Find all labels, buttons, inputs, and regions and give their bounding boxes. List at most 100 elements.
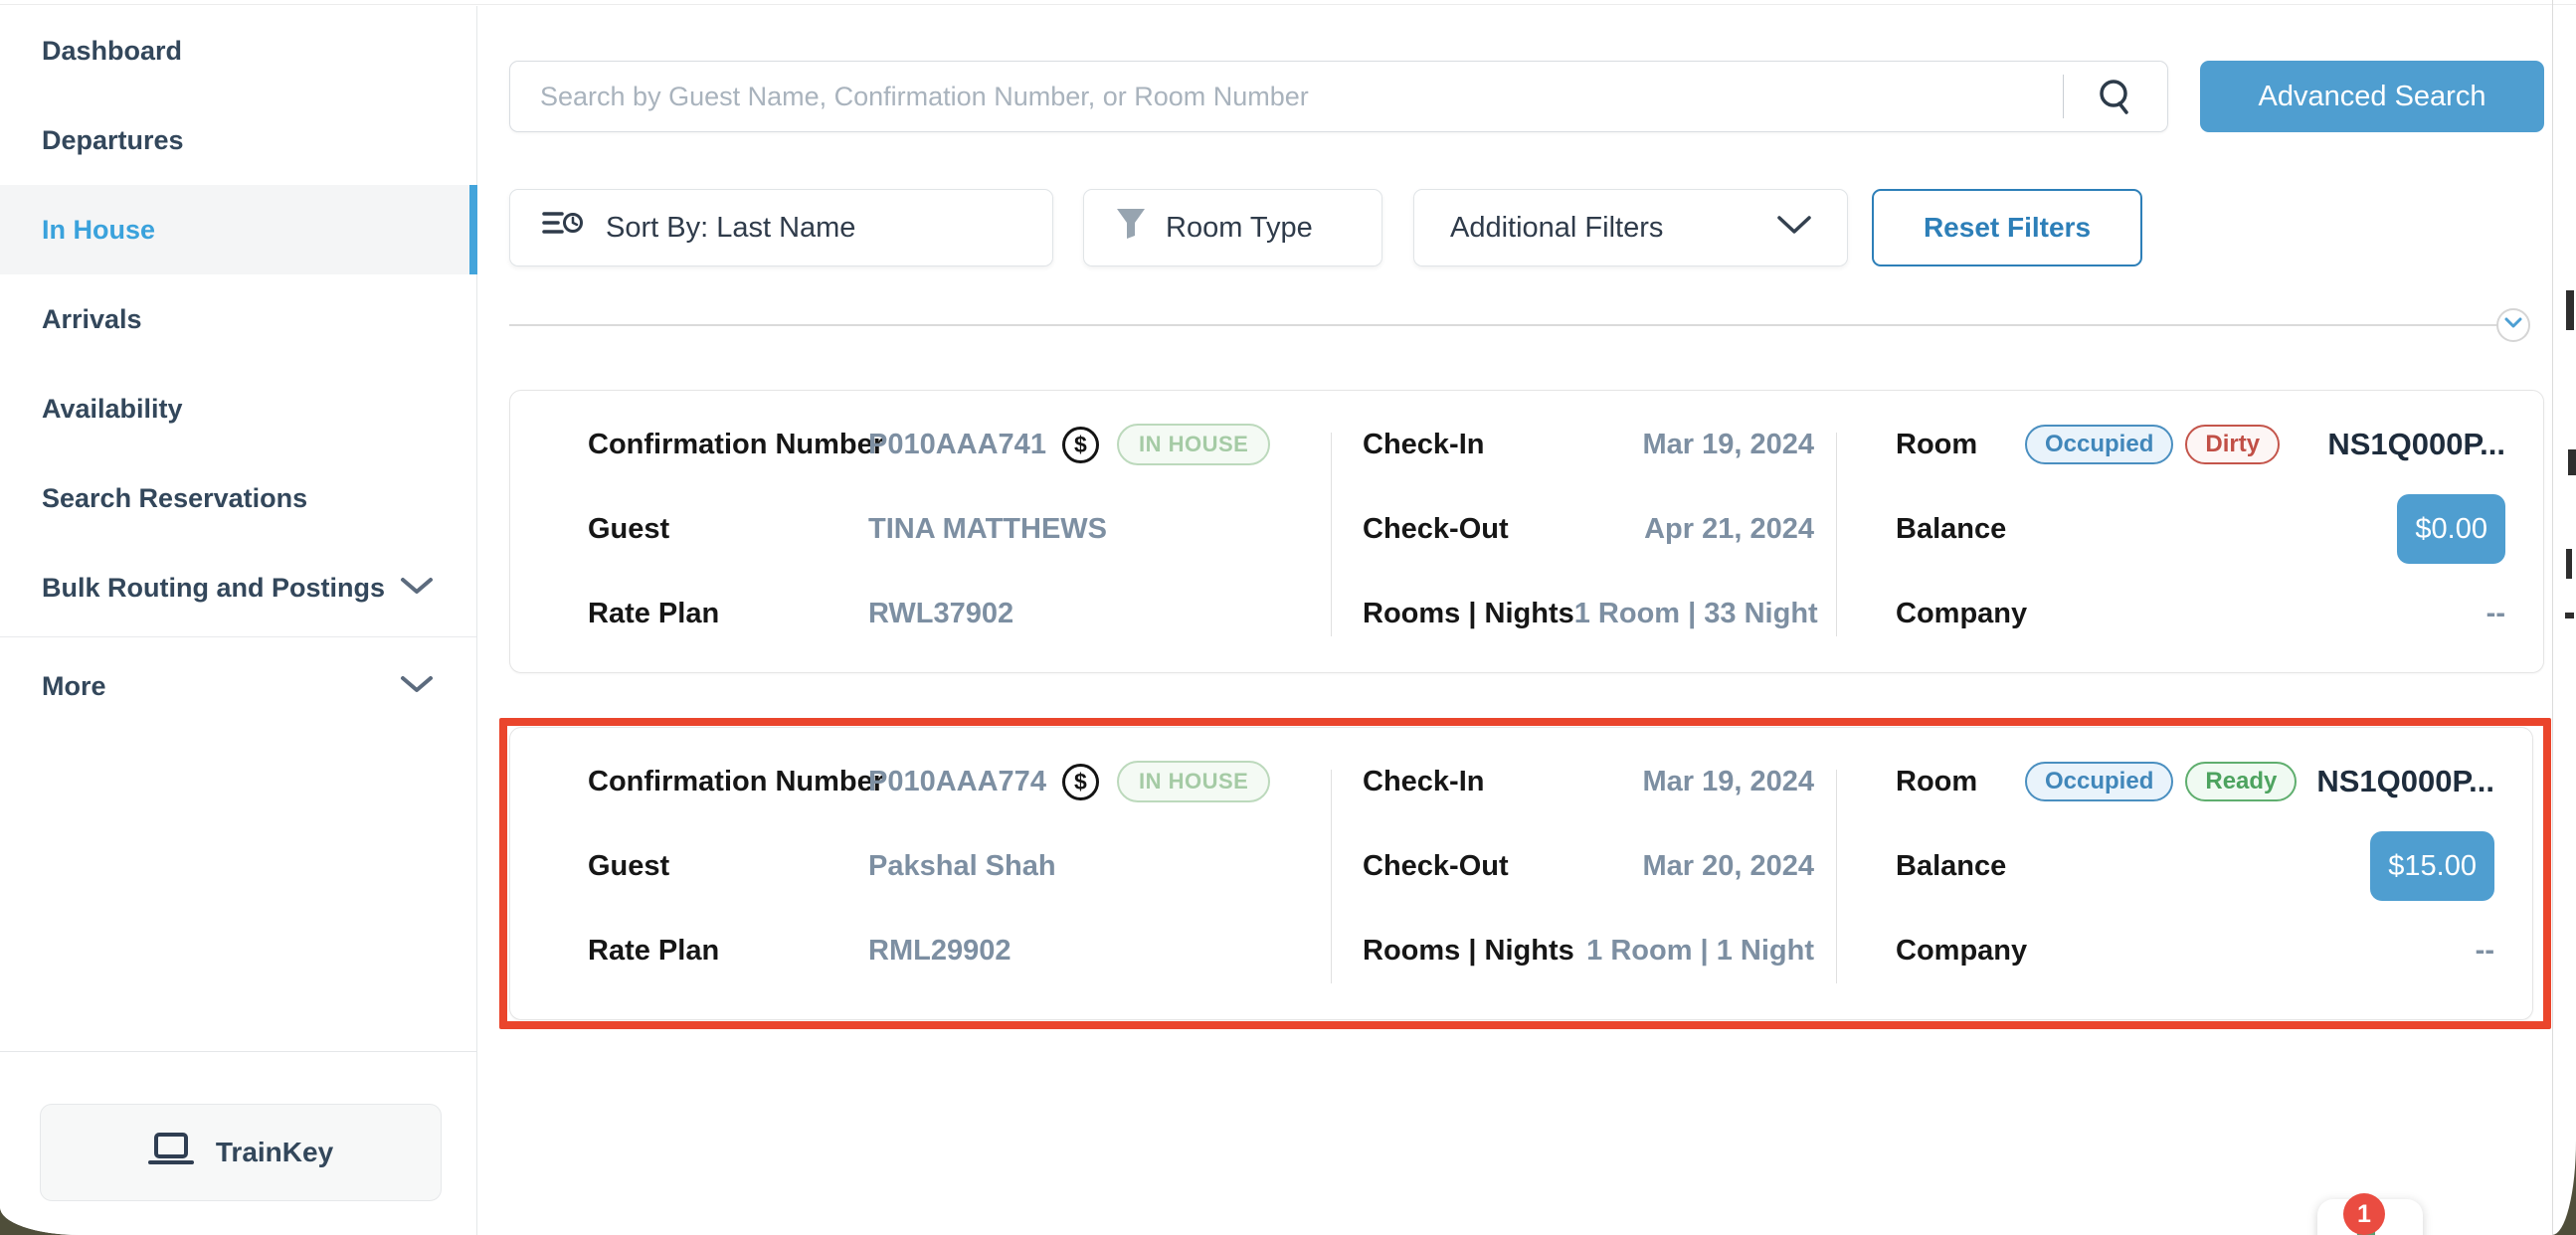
search-input[interactable] (510, 62, 2063, 131)
sidebar-bottom-divider (0, 1051, 476, 1052)
check-in-value: Mar 19, 2024 (1642, 429, 1814, 461)
room-number-value: NS1Q000P... (2316, 764, 2494, 799)
balance-button[interactable]: $0.00 (2397, 494, 2505, 564)
results-divider (509, 324, 2512, 326)
sidebar: Dashboard Departures In House Arrivals A… (0, 6, 477, 1235)
sidebar-item-label: Availability (42, 394, 183, 425)
rooms-nights-label: Rooms | Nights (1363, 598, 1574, 630)
check-out-value: Mar 20, 2024 (1642, 850, 1814, 883)
notification-count: 1 (2357, 1200, 2371, 1229)
room-type-filter-button[interactable]: Room Type (1083, 189, 1382, 266)
laptop-icon (148, 1131, 194, 1175)
sort-icon (542, 207, 584, 249)
app-window: Dashboard Departures In House Arrivals A… (0, 0, 2576, 1235)
room-type-label: Room Type (1166, 212, 1313, 245)
reservation-card[interactable]: Confirmation Number P010AAA741 $ IN HOUS… (509, 390, 2544, 673)
sidebar-item-dashboard[interactable]: Dashboard (0, 6, 476, 95)
rate-plan-label: Rate Plan (588, 598, 868, 630)
trainkey-label: TrainKey (216, 1137, 333, 1168)
dollar-icon: $ (1062, 764, 1099, 800)
chevron-down-icon (399, 671, 435, 702)
reservation-card-selected[interactable]: Confirmation Number P010AAA774 $ IN HOUS… (509, 727, 2533, 1020)
chevron-down-icon (1775, 212, 1813, 245)
guest-value: TINA MATTHEWS (868, 513, 1107, 546)
sidebar-item-arrivals[interactable]: Arrivals (0, 274, 476, 364)
check-in-label: Check-In (1363, 429, 1484, 461)
sidebar-item-label: In House (42, 215, 155, 246)
rooms-nights-label: Rooms | Nights (1363, 935, 1574, 968)
room-label: Room (1896, 429, 2025, 461)
cutoff-content-fragment (2566, 290, 2574, 330)
reset-filters-button[interactable]: Reset Filters (1872, 189, 2142, 266)
rooms-nights-value: 1 Room | 33 Night (1574, 598, 1818, 630)
card-room-column: Room Occupied Ready NS1Q000P... Balance … (1836, 728, 2532, 1019)
room-status-badge: Occupied (2025, 762, 2173, 801)
card-stay-column: Check-In Mar 19, 2024 Check-Out Mar 20, … (1331, 728, 1836, 1019)
sidebar-item-availability[interactable]: Availability (0, 364, 476, 453)
status-badge: IN HOUSE (1117, 424, 1270, 465)
top-divider (0, 4, 2576, 5)
sidebar-item-more[interactable]: More (0, 641, 476, 731)
company-value: -- (2486, 598, 2505, 630)
chevron-down-icon (2504, 316, 2522, 334)
card-stay-column: Check-In Mar 19, 2024 Check-Out Apr 21, … (1331, 391, 1836, 672)
balance-label: Balance (1896, 850, 2025, 883)
check-out-label: Check-Out (1363, 850, 1509, 883)
company-label: Company (1896, 935, 2025, 968)
card-room-column: Room Occupied Dirty NS1Q000P... Balance … (1836, 391, 2543, 672)
trainkey-button[interactable]: TrainKey (40, 1104, 442, 1201)
company-value: -- (2476, 935, 2494, 968)
check-in-label: Check-In (1363, 766, 1484, 798)
sidebar-divider (0, 636, 476, 637)
card-identity-column: Confirmation Number P010AAA741 $ IN HOUS… (510, 391, 1331, 672)
rate-plan-value: RML29902 (868, 935, 1011, 968)
advanced-search-button[interactable]: Advanced Search (2200, 61, 2544, 132)
sidebar-item-label: More (42, 671, 106, 702)
search-icon[interactable] (2064, 77, 2167, 116)
room-number-value: NS1Q000P... (2327, 427, 2505, 462)
right-edge-divider (2552, 0, 2553, 1235)
check-in-value: Mar 19, 2024 (1642, 766, 1814, 798)
dollar-icon: $ (1062, 427, 1099, 463)
collapse-toggle-button[interactable] (2496, 308, 2530, 342)
balance-button[interactable]: $15.00 (2370, 831, 2494, 901)
guest-label: Guest (588, 513, 868, 546)
sidebar-item-label: Arrivals (42, 304, 142, 335)
sidebar-item-search-reservations[interactable]: Search Reservations (0, 453, 476, 543)
rooms-nights-value: 1 Room | 1 Night (1586, 935, 1814, 968)
cutoff-content-fragment (2566, 549, 2572, 579)
notification-badge: 1 (2343, 1193, 2385, 1235)
housekeeping-status-badge: Dirty (2185, 425, 2280, 464)
card-identity-column: Confirmation Number P010AAA774 $ IN HOUS… (510, 728, 1331, 1019)
sort-by-label: Sort By: Last Name (606, 212, 855, 245)
confirmation-number-value: P010AAA741 (868, 429, 1046, 461)
funnel-icon (1114, 206, 1148, 250)
confirmation-number-label: Confirmation Number (588, 429, 868, 461)
additional-filters-dropdown[interactable]: Additional Filters (1413, 189, 1848, 266)
confirmation-number-label: Confirmation Number (588, 766, 868, 798)
status-badge: IN HOUSE (1117, 761, 1270, 802)
sidebar-item-label: Bulk Routing and Postings (42, 573, 385, 604)
housekeeping-status-badge: Ready (2185, 762, 2297, 801)
cutoff-content-fragment (2565, 613, 2574, 618)
sort-by-button[interactable]: Sort By: Last Name (509, 189, 1053, 266)
sidebar-item-label: Dashboard (42, 36, 182, 67)
sidebar-item-label: Search Reservations (42, 483, 307, 514)
rate-plan-value: RWL37902 (868, 598, 1013, 630)
company-label: Company (1896, 598, 2025, 630)
rate-plan-label: Rate Plan (588, 935, 868, 968)
guest-label: Guest (588, 850, 868, 883)
sidebar-item-bulk-routing[interactable]: Bulk Routing and Postings (0, 543, 476, 632)
room-label: Room (1896, 766, 2025, 798)
check-out-label: Check-Out (1363, 513, 1509, 546)
additional-filters-label: Additional Filters (1450, 212, 1663, 245)
confirmation-number-value: P010AAA774 (868, 766, 1046, 798)
sidebar-item-departures[interactable]: Departures (0, 95, 476, 185)
guest-value: Pakshal Shah (868, 850, 1056, 883)
chevron-down-icon (399, 573, 435, 604)
sidebar-item-in-house[interactable]: In House (0, 185, 476, 274)
cutoff-content-fragment (2568, 449, 2576, 475)
room-status-badge: Occupied (2025, 425, 2173, 464)
check-out-value: Apr 21, 2024 (1644, 513, 1814, 546)
balance-label: Balance (1896, 513, 2025, 546)
